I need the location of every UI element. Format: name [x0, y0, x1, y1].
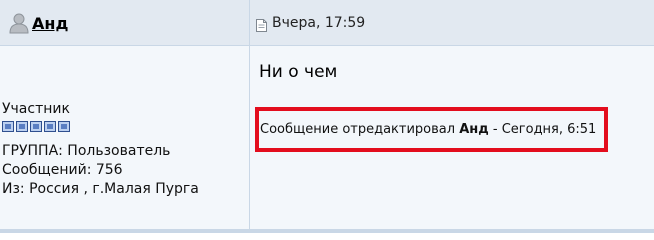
column-divider [249, 0, 250, 233]
edit-note-prefix: Сообщение отредактировал [260, 122, 460, 137]
forum-post: Анд Вчера, 17:59 Участник ГРУППА: Пользо… [0, 0, 654, 233]
rank-pip [58, 121, 70, 132]
edit-note-highlight: Сообщение отредактировал Анд - Сегодня, … [255, 107, 608, 152]
rank-pip [16, 121, 28, 132]
rank-pip [30, 121, 42, 132]
post-date-cell: Вчера, 17:59 [256, 0, 365, 46]
author-profile: Участник ГРУППА: Пользователь Сообщений:… [2, 100, 246, 199]
document-icon [256, 17, 267, 32]
rank-pip [2, 121, 14, 132]
user-location: Из: Россия , г.Малая Пурга [2, 181, 199, 197]
post-bottom-border [0, 229, 654, 233]
author-name-link[interactable]: Анд [32, 14, 68, 33]
edit-note-editor: Анд [459, 122, 489, 137]
post-date: Вчера, 17:59 [272, 15, 366, 31]
post-body-text: Ни о чем [259, 62, 338, 82]
rank-pip [44, 121, 56, 132]
user-rank: Участник [2, 101, 70, 117]
user-message-count: Сообщений: 756 [2, 162, 123, 178]
user-icon [8, 12, 30, 34]
author-cell: Анд [0, 0, 249, 46]
edit-note-suffix: - Сегодня, 6:51 [488, 122, 597, 137]
user-group: ГРУППА: Пользователь [2, 143, 171, 159]
rank-pips [2, 121, 246, 132]
